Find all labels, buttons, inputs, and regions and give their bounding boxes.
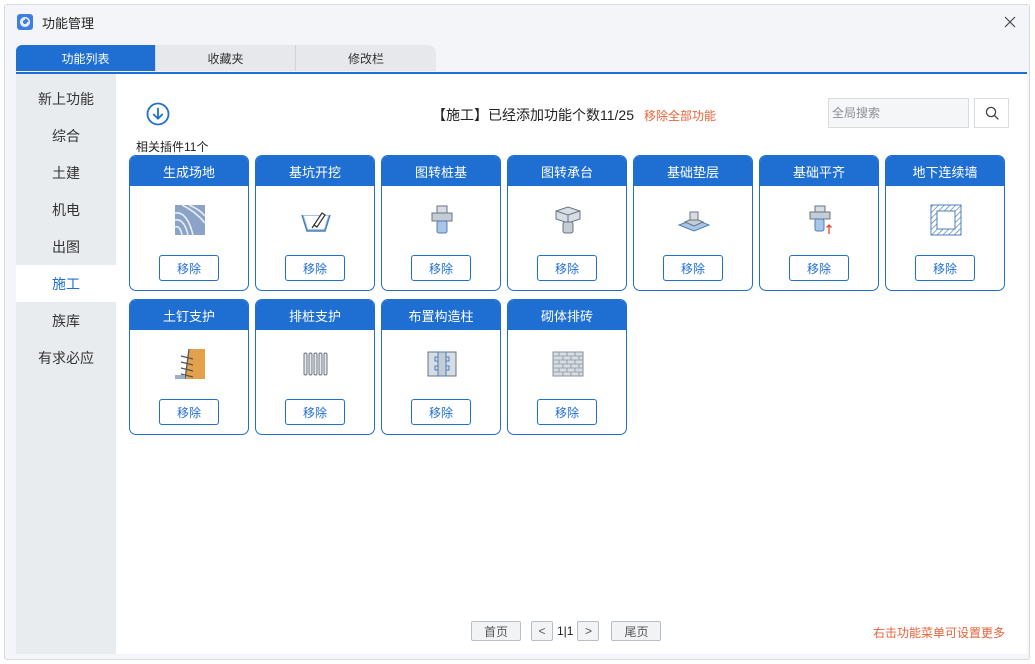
app-logo-icon (17, 14, 33, 30)
remove-all-link[interactable]: 移除全部功能 (644, 107, 716, 124)
window-title: 功能管理 (42, 15, 95, 31)
soil-nail-icon (170, 344, 210, 384)
sidebar-item-civil[interactable]: 土建 (16, 154, 116, 191)
excavation-pit-icon (296, 200, 336, 240)
card-title: 土钉支护 (130, 300, 248, 330)
remove-button[interactable]: 移除 (789, 255, 849, 281)
remove-button[interactable]: 移除 (663, 255, 723, 281)
card-title: 基础垫层 (634, 156, 752, 186)
card-title: 生成场地 (130, 156, 248, 186)
close-icon (1004, 16, 1016, 28)
added-count-text: 【施工】已经添加功能个数11/25 (432, 107, 634, 123)
card-title: 地下连续墙 (886, 156, 1004, 186)
pile-cap-icon (422, 200, 462, 240)
remove-button[interactable]: 移除 (537, 255, 597, 281)
global-search-input[interactable] (828, 98, 969, 128)
card-diaphragm-wall[interactable]: 地下连续墙 移除 (885, 155, 1005, 291)
tab-function-list[interactable]: 功能列表 (16, 45, 156, 71)
download-button[interactable] (146, 102, 170, 126)
title-bar: 功能管理 (5, 5, 1029, 39)
remove-button[interactable]: 移除 (537, 399, 597, 425)
terrain-contour-icon (170, 200, 210, 240)
foundation-align-icon (800, 200, 840, 240)
pagination: 首页 < 1|1 > 尾页 (471, 621, 662, 641)
card-title: 排桩支护 (256, 300, 374, 330)
card-pile-row-support[interactable]: 排桩支护 移除 (255, 299, 375, 435)
card-platform-from-drawing[interactable]: 图转承台 移除 (507, 155, 627, 291)
card-title: 基坑开挖 (256, 156, 374, 186)
tab-bar: 功能列表 收藏夹 修改栏 (16, 45, 436, 71)
sidebar-item-general[interactable]: 综合 (16, 117, 116, 154)
foundation-cushion-icon (674, 200, 714, 240)
remove-button[interactable]: 移除 (285, 255, 345, 281)
diaphragm-wall-icon (926, 200, 966, 240)
pile-row-icon (296, 344, 336, 384)
right-click-hint: 右击功能菜单可设置更多 (873, 626, 1006, 640)
card-generate-site[interactable]: 生成场地 移除 (129, 155, 249, 291)
sidebar-item-drawing[interactable]: 出图 (16, 228, 116, 265)
page-indicator: 1|1 (557, 624, 574, 638)
status-line: 【施工】已经添加功能个数11/25 移除全部功能 (432, 105, 716, 125)
sidebar-item-family-library[interactable]: 族库 (16, 302, 116, 339)
search-button[interactable] (974, 98, 1009, 128)
tab-favorites[interactable]: 收藏夹 (156, 45, 296, 71)
pile-platform-icon (548, 200, 588, 240)
first-page-button[interactable]: 首页 (471, 621, 521, 641)
remove-button[interactable]: 移除 (159, 399, 219, 425)
function-manager-window: 功能管理 功能列表 收藏夹 修改栏 新上功能 综合 土建 机电 出图 施工 族库… (4, 4, 1030, 660)
close-button[interactable] (1001, 13, 1019, 31)
remove-button[interactable]: 移除 (915, 255, 975, 281)
card-pit-excavation[interactable]: 基坑开挖 移除 (255, 155, 375, 291)
last-page-button[interactable]: 尾页 (611, 621, 662, 641)
category-sidebar: 新上功能 综合 土建 机电 出图 施工 族库 有求必应 (16, 74, 116, 654)
card-title: 基础平齐 (760, 156, 878, 186)
content-area: 【施工】已经添加功能个数11/25 移除全部功能 相关插件11个 生成场地 移除 (116, 74, 1027, 654)
card-title: 布置构造柱 (382, 300, 500, 330)
structural-column-icon (422, 344, 462, 384)
prev-page-button[interactable]: < (531, 621, 553, 641)
arrow-down-circle-icon (146, 102, 170, 126)
remove-button[interactable]: 移除 (159, 255, 219, 281)
main-panel: 新上功能 综合 土建 机电 出图 施工 族库 有求必应 【施工】已经添加功能个数… (16, 72, 1027, 654)
card-masonry-brick-layout[interactable]: 砌体排砖 移除 (507, 299, 627, 435)
remove-button[interactable]: 移除 (285, 399, 345, 425)
sidebar-item-new[interactable]: 新上功能 (16, 80, 116, 117)
brick-wall-icon (548, 344, 588, 384)
card-foundation-cushion[interactable]: 基础垫层 移除 (633, 155, 753, 291)
remove-button[interactable]: 移除 (411, 399, 471, 425)
card-title: 图转桩基 (382, 156, 500, 186)
search-icon (985, 106, 999, 120)
plugin-count-label: 相关插件11个 (136, 140, 209, 154)
card-soil-nail-support[interactable]: 土钉支护 移除 (129, 299, 249, 435)
remove-button[interactable]: 移除 (411, 255, 471, 281)
card-pile-from-drawing[interactable]: 图转桩基 移除 (381, 155, 501, 291)
card-title: 图转承台 (508, 156, 626, 186)
card-title: 砌体排砖 (508, 300, 626, 330)
sidebar-item-mep[interactable]: 机电 (16, 191, 116, 228)
card-place-structural-column[interactable]: 布置构造柱 移除 (381, 299, 501, 435)
sidebar-item-on-demand[interactable]: 有求必应 (16, 339, 116, 376)
card-foundation-align[interactable]: 基础平齐 移除 (759, 155, 879, 291)
next-page-button[interactable]: > (577, 621, 600, 641)
sidebar-item-construction[interactable]: 施工 (16, 265, 116, 302)
tab-modify-bar[interactable]: 修改栏 (296, 45, 436, 71)
